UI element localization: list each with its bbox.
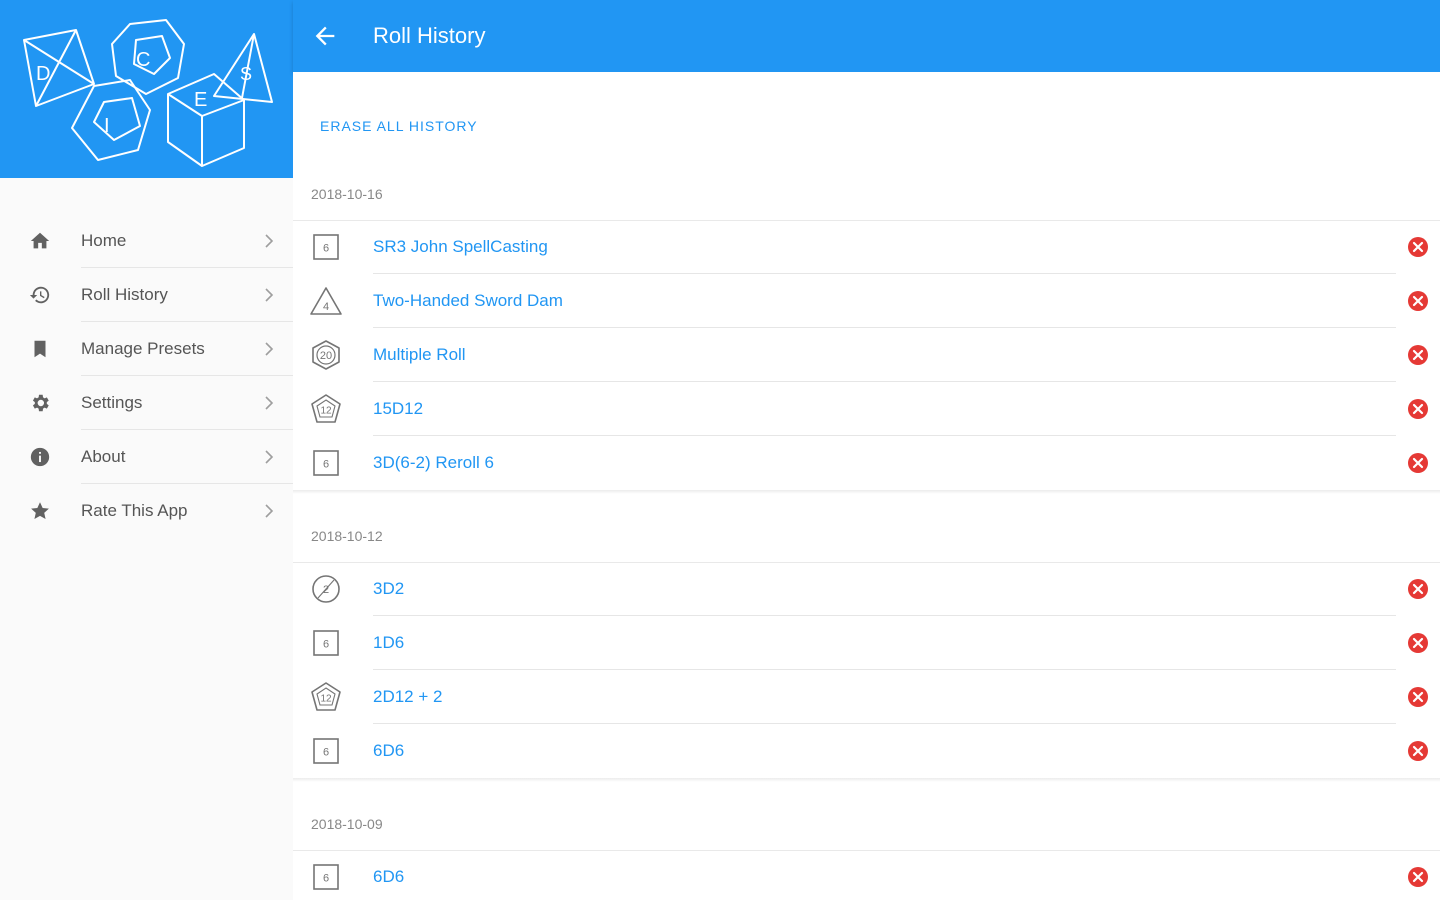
history-row[interactable]: 12 2D12 + 2 <box>293 670 1440 724</box>
gear-icon <box>28 391 52 415</box>
d4-die-icon: 4 <box>309 286 343 316</box>
history-row[interactable]: 6 6D6 <box>293 850 1440 900</box>
delete-icon[interactable] <box>1407 686 1429 708</box>
history-row[interactable]: 2 3D2 <box>293 562 1440 616</box>
delete-icon[interactable] <box>1407 290 1429 312</box>
history-row-label: 1D6 <box>373 633 405 652</box>
d6-die-icon: 6 <box>309 736 343 766</box>
navigation-drawer: D C I E S Home Roll History Manage Prese… <box>0 0 293 900</box>
svg-text:6: 6 <box>323 639 329 651</box>
drawer-item-home[interactable]: Home <box>0 214 293 268</box>
section-shadow <box>293 778 1440 782</box>
delete-icon[interactable] <box>1407 344 1429 366</box>
section-shadow <box>293 490 1440 494</box>
history-row-label: 15D12 <box>373 399 424 418</box>
page-title: Roll History <box>373 23 486 48</box>
drawer-item-settings[interactable]: Settings <box>0 376 293 430</box>
svg-text:D: D <box>36 63 50 85</box>
svg-text:12: 12 <box>320 406 332 417</box>
svg-text:4: 4 <box>323 301 329 313</box>
d6-die-icon: 6 <box>309 448 343 478</box>
svg-text:C: C <box>136 49 150 71</box>
bookmark-icon <box>28 337 52 361</box>
history-row[interactable]: 6 6D6 <box>293 724 1440 778</box>
svg-text:6: 6 <box>323 873 329 885</box>
drawer-item-about[interactable]: About <box>0 430 293 484</box>
history-row-label: 6D6 <box>373 867 405 886</box>
d6-die-icon: 6 <box>309 628 343 658</box>
history-row-label: Two-Handed Sword Dam <box>373 291 563 310</box>
chevron-right-icon <box>262 233 276 249</box>
drawer-item-label: Manage Presets <box>81 339 205 358</box>
d2-coin-icon: 2 <box>309 574 343 604</box>
history-row[interactable]: 4 Two-Handed Sword Dam <box>293 274 1440 328</box>
svg-text:I: I <box>104 115 110 137</box>
delete-icon[interactable] <box>1407 398 1429 420</box>
app-root: D C I E S Home Roll History Manage Prese… <box>0 0 1440 900</box>
svg-text:6: 6 <box>323 459 329 471</box>
d6-die-icon: 6 <box>309 862 343 892</box>
history-row-label: 6D6 <box>373 741 405 760</box>
svg-text:20: 20 <box>320 350 332 362</box>
drawer-item-label: Rate This App <box>81 501 188 520</box>
history-row[interactable]: 6 SR3 John SpellCasting <box>293 220 1440 274</box>
star-icon <box>28 499 52 523</box>
section-date: 2018-10-09 <box>311 816 383 832</box>
history-row[interactable]: 6 3D(6-2) Reroll 6 <box>293 436 1440 490</box>
chevron-right-icon <box>262 287 276 303</box>
drawer-item-label: Settings <box>81 393 143 412</box>
history-row[interactable]: 6 1D6 <box>293 616 1440 670</box>
dice-logo: D C I E S <box>23 19 273 167</box>
chevron-right-icon <box>262 449 276 465</box>
section-date: 2018-10-12 <box>311 528 383 544</box>
svg-text:2: 2 <box>323 584 329 596</box>
roll-history-list[interactable]: ERASE ALL HISTORY 2018-10-16 6 SR3 John … <box>293 72 1440 900</box>
back-arrow-icon[interactable] <box>311 22 339 50</box>
history-icon <box>28 283 52 307</box>
drawer-item-roll-history[interactable]: Roll History <box>0 268 293 322</box>
chevron-right-icon <box>262 503 276 519</box>
history-row-label: 2D12 + 2 <box>373 687 443 706</box>
drawer-header: D C I E S <box>0 0 293 178</box>
d12-die-icon: 12 <box>309 682 343 712</box>
chevron-right-icon <box>262 395 276 411</box>
drawer-item-label: Home <box>81 231 127 250</box>
svg-text:6: 6 <box>323 747 329 759</box>
delete-icon[interactable] <box>1407 578 1429 600</box>
svg-text:6: 6 <box>323 243 329 255</box>
erase-all-history-button[interactable]: ERASE ALL HISTORY <box>320 118 478 134</box>
history-row-label: Multiple Roll <box>373 345 466 364</box>
history-row-label: 3D2 <box>373 579 405 598</box>
chevron-right-icon <box>262 341 276 357</box>
drawer-item-label: About <box>81 447 126 466</box>
history-row[interactable]: 12 15D12 <box>293 382 1440 436</box>
svg-text:12: 12 <box>320 694 332 705</box>
home-icon <box>28 229 52 253</box>
drawer-item-manage-presets[interactable]: Manage Presets <box>0 322 293 376</box>
d6-die-icon: 6 <box>309 232 343 262</box>
drawer-item-label: Roll History <box>81 285 168 304</box>
history-row-label: 3D(6-2) Reroll 6 <box>373 453 494 472</box>
delete-icon[interactable] <box>1407 866 1429 888</box>
delete-icon[interactable] <box>1407 740 1429 762</box>
delete-icon[interactable] <box>1407 632 1429 654</box>
delete-icon[interactable] <box>1407 452 1429 474</box>
app-bar: Roll History <box>293 0 1440 72</box>
drawer-item-rate-this-app[interactable]: Rate This App <box>0 484 293 538</box>
delete-icon[interactable] <box>1407 236 1429 258</box>
d20-die-icon: 20 <box>309 340 343 370</box>
info-icon <box>28 445 52 469</box>
history-row[interactable]: 20 Multiple Roll <box>293 328 1440 382</box>
d12-die-icon: 12 <box>309 394 343 424</box>
svg-text:S: S <box>240 64 252 84</box>
drawer-menu: Home Roll History Manage Presets Setting… <box>0 214 293 538</box>
svg-text:E: E <box>194 89 207 111</box>
section-date: 2018-10-16 <box>311 186 383 202</box>
history-row-label: SR3 John SpellCasting <box>373 237 548 256</box>
